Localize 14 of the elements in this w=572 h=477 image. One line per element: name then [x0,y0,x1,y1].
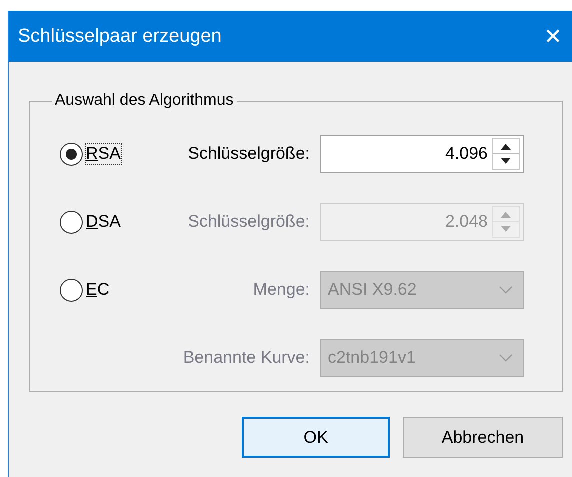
spin-arrows-icon[interactable] [492,138,520,170]
window-title: Schlüsselpaar erzeugen [18,26,222,48]
close-icon[interactable]: ✕ [544,24,562,50]
spin-box[interactable]: 4.096 [320,135,524,173]
group-title: Auswahl des Algorithmus [54,92,235,110]
cancel-button[interactable]: Abbrechen [403,417,563,458]
field-label: Schlüsselgröße: [187,144,311,164]
radio-button[interactable]: RSA [60,142,156,166]
field-label: Menge: [252,280,311,300]
ok-button[interactable]: OK [242,417,390,458]
field-label: Benannte Kurve: [182,348,311,368]
field-label: Schlüsselgröße: [187,212,311,232]
chevron-down-icon [499,286,513,294]
chevron-down-icon [499,354,513,362]
